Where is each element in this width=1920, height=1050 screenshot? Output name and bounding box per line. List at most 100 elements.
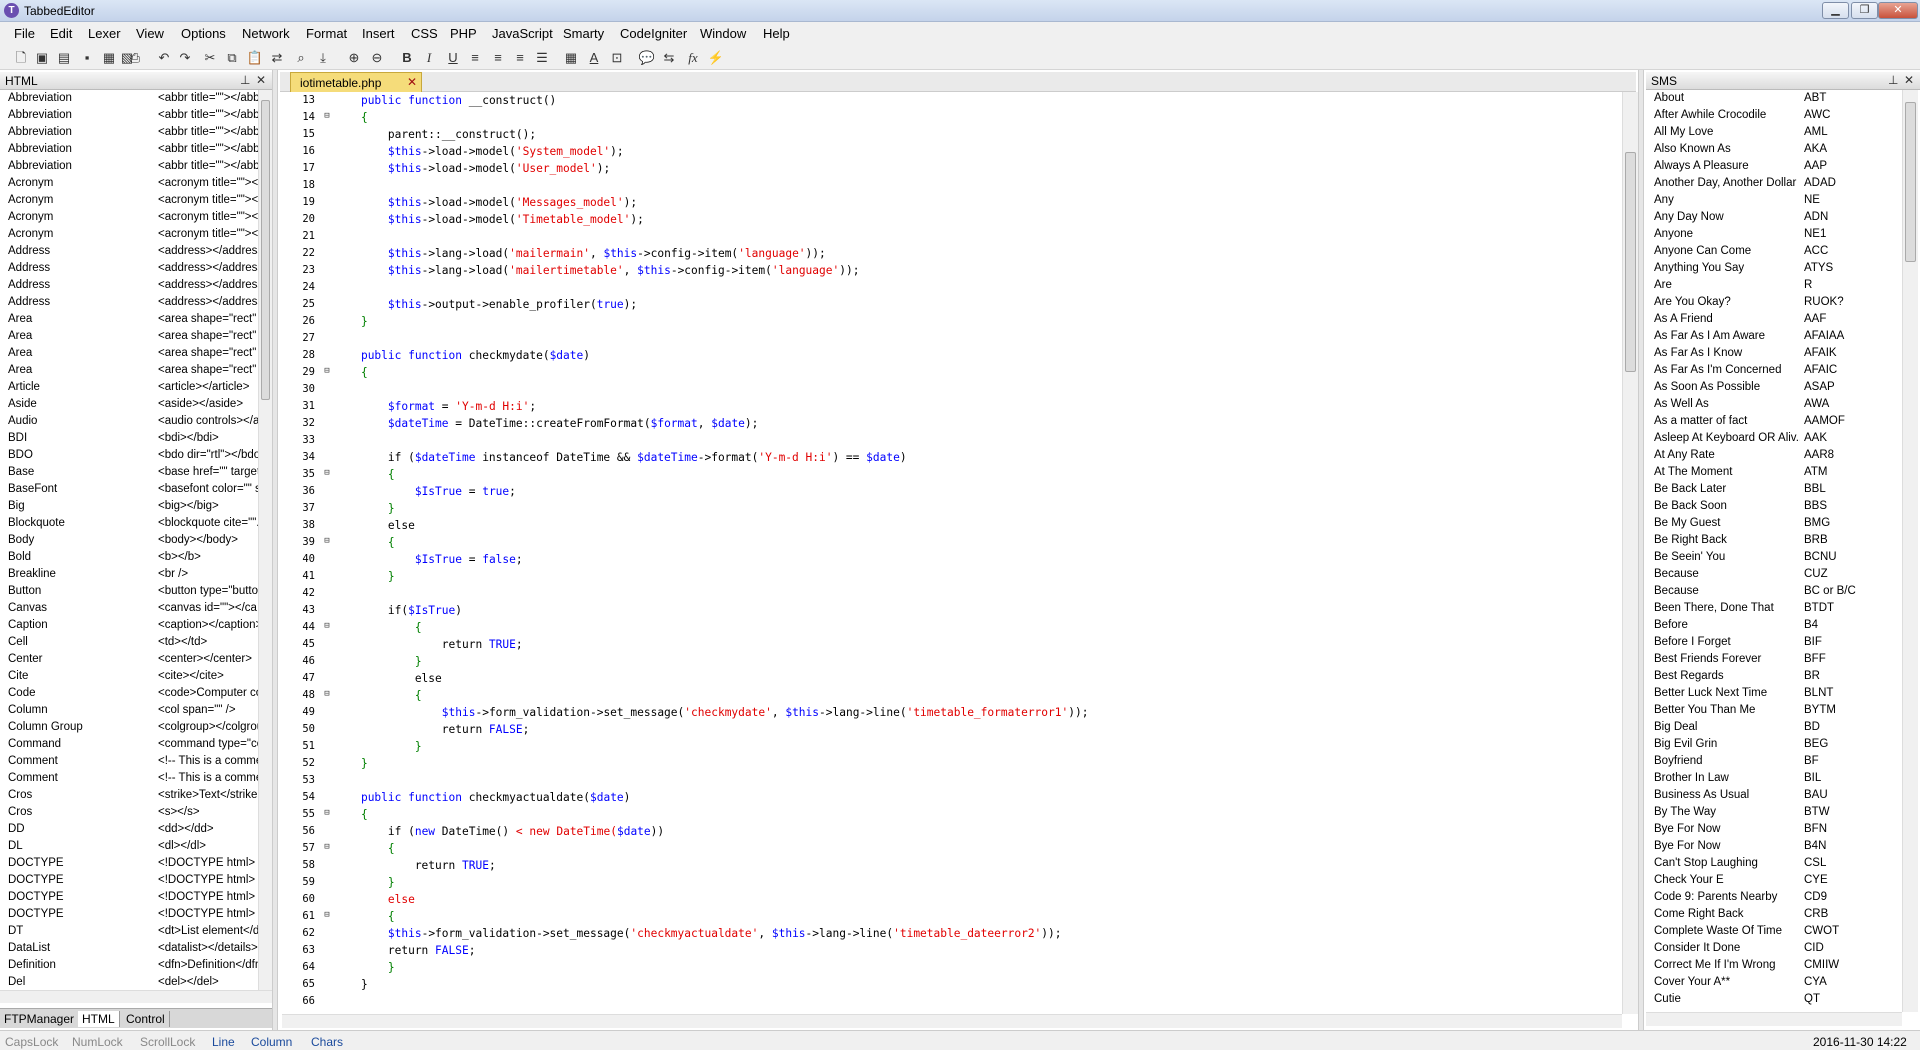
list-item[interactable]: Command <command type="co [0, 736, 264, 753]
list-item[interactable]: Because CUZ [1646, 566, 1902, 583]
list-item[interactable]: Area <area shape="rect" [0, 345, 264, 362]
list-item[interactable]: Best Regards BR [1646, 668, 1902, 685]
list-item[interactable]: Blockquote <blockquote cite="". [0, 515, 264, 532]
list-item[interactable]: Del <del></del> [0, 974, 264, 990]
list-item[interactable]: Address <address></address [0, 260, 264, 277]
right-splitter[interactable] [1638, 70, 1644, 1030]
print-icon[interactable]: ⎙ [126, 49, 144, 67]
close-tab-icon[interactable]: ✕ [407, 75, 417, 89]
list-item[interactable]: Abbreviation <abbr title=""></abb [0, 124, 264, 141]
fold-toggle-icon[interactable]: ⊟ [322, 536, 332, 546]
list-item[interactable]: Are You Okay? RUOK? [1646, 294, 1902, 311]
list-item[interactable]: Are R [1646, 277, 1902, 294]
list-item[interactable]: Cell <td></td> [0, 634, 264, 651]
minimize-button[interactable]: ▁ [1822, 2, 1849, 19]
list-item[interactable]: DL <dl></dl> [0, 838, 264, 855]
list-item[interactable]: Cover Your A** CYA [1646, 974, 1902, 991]
undo-icon[interactable]: ↶ [155, 49, 173, 67]
editor-scrollbar[interactable] [1622, 92, 1638, 1014]
list-item[interactable]: Cite <cite></cite> [0, 668, 264, 685]
list-item[interactable]: Another Day, Another Dollar ADAD [1646, 175, 1902, 192]
list-item[interactable]: Button <button type="butto. [0, 583, 264, 600]
comment-icon[interactable]: 💬 [638, 49, 656, 67]
menu-options[interactable]: Options [181, 26, 226, 41]
list-item[interactable]: DD <dd></dd> [0, 821, 264, 838]
link-icon[interactable]: ⇆ [660, 49, 678, 67]
menu-edit[interactable]: Edit [50, 26, 72, 41]
tab-iotimetable[interactable]: iotimetable.php ✕ [290, 72, 422, 92]
list-item[interactable]: Best Friends Forever BFF [1646, 651, 1902, 668]
italic-icon[interactable]: I [420, 49, 438, 67]
list-item[interactable]: As Far As I'm Concerned AFAIC [1646, 362, 1902, 379]
tab-html[interactable]: HTML [78, 1011, 120, 1027]
list-item[interactable]: Before I Forget BIF [1646, 634, 1902, 651]
list-item[interactable]: DOCTYPE <!DOCTYPE html> [0, 872, 264, 889]
list-item[interactable]: As Far As I Am Aware AFAIAA [1646, 328, 1902, 345]
list-item[interactable]: Cutie QT [1646, 991, 1902, 1008]
list-item[interactable]: Address <address></address [0, 277, 264, 294]
copy-icon[interactable]: ⧉ [223, 49, 241, 67]
list-item[interactable]: Audio <audio controls></a. [0, 413, 264, 430]
list-item[interactable]: As a matter of fact AAMOF [1646, 413, 1902, 430]
list-item[interactable]: Area <area shape="rect" [0, 328, 264, 345]
html-list-scrollbar[interactable] [258, 90, 272, 990]
sms-list-scrollbar[interactable] [1902, 90, 1918, 1012]
redo-icon[interactable]: ↷ [176, 49, 194, 67]
list-item[interactable]: Big Deal BD [1646, 719, 1902, 736]
list-item[interactable]: Be Back Later BBL [1646, 481, 1902, 498]
list-item[interactable]: Be Back Soon BBS [1646, 498, 1902, 515]
close-window-button[interactable]: ✕ [1878, 2, 1918, 19]
list-item[interactable]: Area <area shape="rect" [0, 311, 264, 328]
list-item[interactable]: Before B4 [1646, 617, 1902, 634]
list-item[interactable]: Consider It Done CID [1646, 940, 1902, 957]
align-right-icon[interactable]: ≡ [511, 49, 529, 67]
align-left-icon[interactable]: ≡ [466, 49, 484, 67]
close-panel-icon[interactable]: ✕ [1904, 73, 1914, 87]
list-item[interactable]: Boyfriend BF [1646, 753, 1902, 770]
maximize-button[interactable]: ❐ [1851, 2, 1878, 19]
left-splitter[interactable] [272, 70, 278, 1030]
list-item[interactable]: Area <area shape="rect" [0, 362, 264, 379]
scroll-thumb[interactable] [1905, 102, 1916, 262]
list-item[interactable]: As Far As I Know AFAIK [1646, 345, 1902, 362]
list-item[interactable]: Bold <b></b> [0, 549, 264, 566]
new-file-icon[interactable]: 🗋 [12, 49, 30, 67]
scroll-thumb[interactable] [1625, 152, 1636, 372]
menu-insert[interactable]: Insert [362, 26, 395, 41]
list-item[interactable]: Big <big></big> [0, 498, 264, 515]
list-item[interactable]: Acronym <acronym title=""></ [0, 209, 264, 226]
scroll-thumb[interactable] [261, 100, 270, 400]
list-item[interactable]: About ABT [1646, 90, 1902, 107]
run-icon[interactable]: ⚡ [707, 49, 725, 67]
list-item[interactable]: Can't Stop Laughing CSL [1646, 855, 1902, 872]
list-item[interactable]: Check Your E CYE [1646, 872, 1902, 889]
close-panel-icon[interactable]: ✕ [256, 73, 266, 87]
list-item[interactable]: Also Known As AKA [1646, 141, 1902, 158]
list-item[interactable]: Body <body></body> [0, 532, 264, 549]
cut-icon[interactable]: ✂ [201, 49, 219, 67]
save-all-icon[interactable]: ▦ [100, 49, 118, 67]
menu-help[interactable]: Help [763, 26, 790, 41]
open-icon[interactable]: ▣ [33, 49, 51, 67]
list-item[interactable]: Abbreviation <abbr title=""></abb [0, 158, 264, 175]
list-item[interactable]: Aside <aside></aside> [0, 396, 264, 413]
pin-icon[interactable]: ⊥ [1888, 73, 1898, 87]
list-item[interactable]: BaseFont <basefont color="" s [0, 481, 264, 498]
list-item[interactable]: Anything You Say ATYS [1646, 260, 1902, 277]
function-icon[interactable]: fx [684, 49, 702, 67]
list-item[interactable]: Asleep At Keyboard OR Aliv... AAK [1646, 430, 1902, 447]
list-item[interactable]: Any Day Now ADN [1646, 209, 1902, 226]
list-item[interactable]: Code 9: Parents Nearby CD9 [1646, 889, 1902, 906]
list-item[interactable]: Better Luck Next Time BLNT [1646, 685, 1902, 702]
list-item[interactable]: Complete Waste Of Time CWOT [1646, 923, 1902, 940]
fold-toggle-icon[interactable]: ⊟ [322, 808, 332, 818]
zoom-in-icon[interactable]: ⊕ [345, 49, 363, 67]
list-item[interactable]: Be My Guest BMG [1646, 515, 1902, 532]
list-item[interactable]: Cros <s></s> [0, 804, 264, 821]
list-item[interactable]: Big Evil Grin BEG [1646, 736, 1902, 753]
paste-icon[interactable]: 📋 [246, 49, 264, 67]
find-icon[interactable]: ⌕ [292, 49, 310, 67]
list-item[interactable]: Comment <!-- This is a comme. [0, 770, 264, 787]
list-item[interactable]: At Any Rate AAR8 [1646, 447, 1902, 464]
image-icon[interactable]: ⊡ [608, 49, 626, 67]
